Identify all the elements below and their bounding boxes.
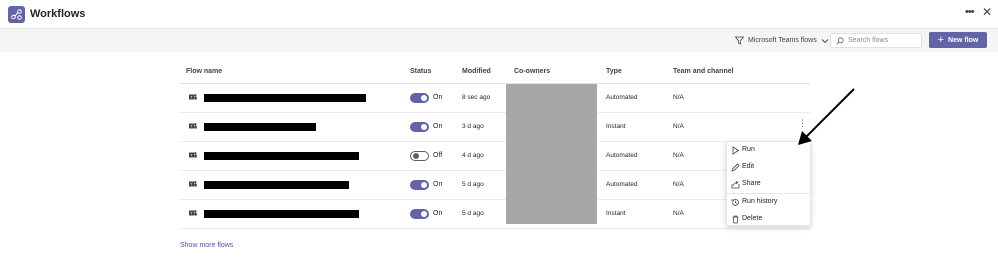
search-icon: [836, 36, 844, 45]
status-text: On: [433, 94, 443, 101]
menu-item-share[interactable]: Share: [727, 176, 812, 193]
history-icon: [731, 199, 739, 206]
redacted-flow-name: [204, 123, 316, 131]
flows-filter-dropdown[interactable]: Microsoft Teams flows: [735, 36, 829, 45]
app-title: Workflows: [30, 8, 86, 20]
status-text: Off: [433, 152, 443, 159]
teams-icon: T: [189, 94, 197, 100]
status-toggle[interactable]: [410, 180, 429, 190]
filter-label: Microsoft Teams flows: [748, 37, 817, 44]
more-options-icon[interactable]: •••: [965, 6, 975, 18]
modified-cell: 4 d ago: [462, 152, 484, 159]
type-cell: Automated: [606, 181, 638, 188]
teams-icon: T: [189, 210, 197, 216]
header-flow-name[interactable]: Flow name: [186, 68, 222, 75]
status-toggle[interactable]: [410, 122, 429, 132]
header-team-channel[interactable]: Team and channel: [673, 68, 734, 75]
show-more-flows-link[interactable]: Show more flows: [180, 242, 233, 249]
status-toggle[interactable]: [410, 151, 429, 161]
team-channel-cell: N/A: [673, 152, 684, 159]
title-bar: Workflows ••• ✕: [0, 0, 998, 29]
menu-item-run-history[interactable]: Run history: [727, 194, 812, 211]
header-status[interactable]: Status: [410, 68, 431, 75]
play-icon: [732, 146, 740, 155]
status-toggle[interactable]: [410, 209, 429, 219]
type-cell: Instant: [606, 123, 626, 130]
status-toggle[interactable]: [410, 93, 429, 103]
annotation-arrow-icon: [798, 88, 855, 145]
redacted-flow-name: [204, 181, 349, 189]
table-row[interactable]: T On 8 sec ago Automated N/A: [180, 84, 810, 113]
team-channel-cell: N/A: [673, 210, 684, 217]
teams-icon: T: [189, 181, 197, 187]
modified-cell: 8 sec ago: [462, 94, 491, 101]
search-input[interactable]: Search flows: [830, 33, 922, 48]
team-channel-cell: N/A: [673, 181, 684, 188]
share-icon: [731, 180, 740, 189]
redacted-flow-name: [204, 210, 359, 218]
search-placeholder: Search flows: [848, 37, 889, 44]
menu-item-label: Delete: [742, 215, 763, 222]
close-icon[interactable]: ✕: [982, 5, 992, 19]
filter-icon: [735, 36, 744, 45]
menu-item-label: Run history: [742, 198, 778, 205]
header-type[interactable]: Type: [606, 68, 622, 75]
redacted-flow-name: [204, 152, 359, 160]
menu-item-label: Edit: [742, 163, 755, 170]
toolbar: Microsoft Teams flows Search flows + New…: [0, 29, 998, 52]
type-cell: Instant: [606, 210, 626, 217]
redacted-flow-name: [204, 94, 366, 102]
menu-item-edit[interactable]: Edit: [727, 159, 812, 176]
table-row[interactable]: T Off 4 d ago Automated N/A: [180, 142, 810, 171]
table-row[interactable]: T On 3 d ago Instant N/A ⋮: [180, 113, 810, 142]
chevron-down-icon: [821, 38, 829, 43]
teams-icon: T: [189, 123, 197, 129]
type-cell: Automated: [606, 152, 638, 159]
menu-item-label: Share: [742, 180, 761, 187]
modified-cell: 5 d ago: [462, 181, 484, 188]
header-modified[interactable]: Modified: [462, 68, 491, 75]
table-row[interactable]: T On 5 d ago Instant N/A: [180, 200, 810, 229]
modified-cell: 3 d ago: [462, 123, 484, 130]
status-text: On: [433, 210, 443, 217]
teams-icon: T: [189, 152, 197, 158]
table-row[interactable]: T On 5 d ago Automated N/A: [180, 171, 810, 200]
menu-item-label: Run: [742, 146, 755, 153]
menu-item-delete[interactable]: Delete: [727, 211, 812, 228]
new-flow-label: New flow: [948, 36, 979, 44]
modified-cell: 5 d ago: [462, 210, 484, 217]
workflows-app-icon: [8, 6, 25, 23]
pencil-icon: [731, 163, 740, 172]
flow-context-menu: Run Edit Share Run history Delete: [726, 141, 812, 228]
plus-icon: +: [937, 33, 945, 46]
status-text: On: [433, 181, 443, 188]
type-cell: Automated: [606, 94, 638, 101]
status-text: On: [433, 123, 443, 130]
new-flow-button[interactable]: + New flow: [929, 32, 987, 48]
redacted-coowners-block: [506, 84, 597, 224]
trash-icon: [732, 215, 739, 224]
header-coowners[interactable]: Co-owners: [514, 68, 550, 75]
team-channel-cell: N/A: [673, 94, 684, 101]
team-channel-cell: N/A: [673, 123, 684, 130]
